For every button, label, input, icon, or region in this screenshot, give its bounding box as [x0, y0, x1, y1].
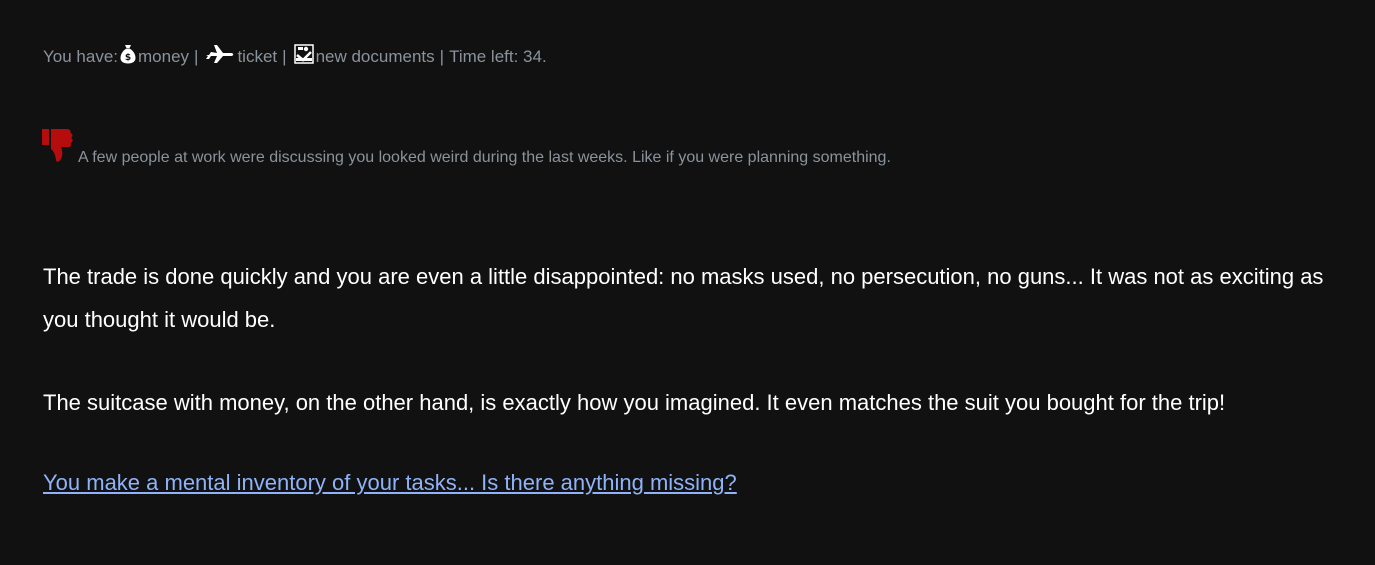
inventory-status-bar: You have: $ money | ticket | new documen… [43, 44, 547, 69]
money-bag-icon: $ [120, 44, 136, 69]
thumbs-down-icon [42, 128, 74, 169]
documents-label: new documents [315, 46, 435, 66]
continue-choice-link[interactable]: You make a mental inventory of your task… [43, 470, 737, 496]
story-paragraph: The trade is done quickly and you are ev… [43, 264, 1324, 332]
airplane-icon [205, 44, 235, 69]
negative-event-notice: A few people at work were discussing you… [42, 128, 891, 169]
notice-text: A few people at work were discussing you… [78, 149, 891, 166]
passport-control-icon [293, 44, 314, 69]
svg-text:$: $ [125, 53, 131, 63]
separator: | [439, 46, 445, 66]
ticket-label: ticket [237, 46, 278, 66]
time-left: Time left: 34. [449, 46, 547, 66]
story-text: The trade is done quickly and you are ev… [43, 255, 1343, 464]
separator: | [194, 46, 199, 66]
money-label: money [138, 46, 190, 66]
status-prefix: You have: [43, 46, 118, 66]
separator: | [282, 46, 287, 66]
story-paragraph: The suitcase with money, on the other ha… [43, 390, 1226, 415]
